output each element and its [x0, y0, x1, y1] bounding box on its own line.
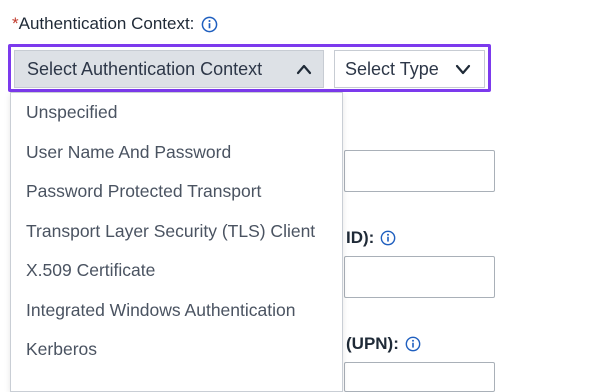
background-field-label-2: (UPN):: [346, 334, 422, 354]
label-fragment-1: ID):: [346, 228, 375, 247]
dropdown-option[interactable]: Kerberos: [11, 330, 342, 370]
info-icon[interactable]: [379, 229, 397, 247]
dropdown-option[interactable]: Unspecified: [11, 93, 342, 133]
label-text: Authentication Context:: [18, 14, 195, 33]
background-input-1[interactable]: [344, 150, 495, 192]
background-input-2[interactable]: [344, 256, 495, 298]
authentication-context-dropdown[interactable]: Unspecified User Name And Password Passw…: [10, 92, 343, 392]
dropdown-option[interactable]: Transport Layer Security (TLS) Client: [11, 212, 342, 252]
info-icon[interactable]: [404, 335, 422, 353]
select-value: Select Authentication Context: [27, 58, 263, 79]
dropdown-option[interactable]: Password Protected Transport: [11, 172, 342, 212]
info-icon[interactable]: [200, 15, 218, 33]
chevron-up-icon: [295, 60, 313, 78]
dropdown-option[interactable]: X.509 Certificate: [11, 251, 342, 291]
required-mark: *: [12, 14, 19, 33]
authentication-context-select[interactable]: Select Authentication Context: [14, 50, 324, 88]
dropdown-option[interactable]: Integrated Windows Authentication: [11, 291, 342, 331]
authentication-context-label: *Authentication Context:: [12, 14, 218, 34]
label-fragment-2: (UPN):: [346, 334, 399, 353]
background-field-label-1: ID):: [346, 228, 397, 248]
background-input-3[interactable]: [344, 362, 495, 392]
chevron-down-icon: [454, 60, 472, 78]
type-select[interactable]: Select Type: [334, 50, 485, 88]
select-value: Select Type: [345, 58, 439, 79]
dropdown-option[interactable]: User Name And Password: [11, 133, 342, 173]
